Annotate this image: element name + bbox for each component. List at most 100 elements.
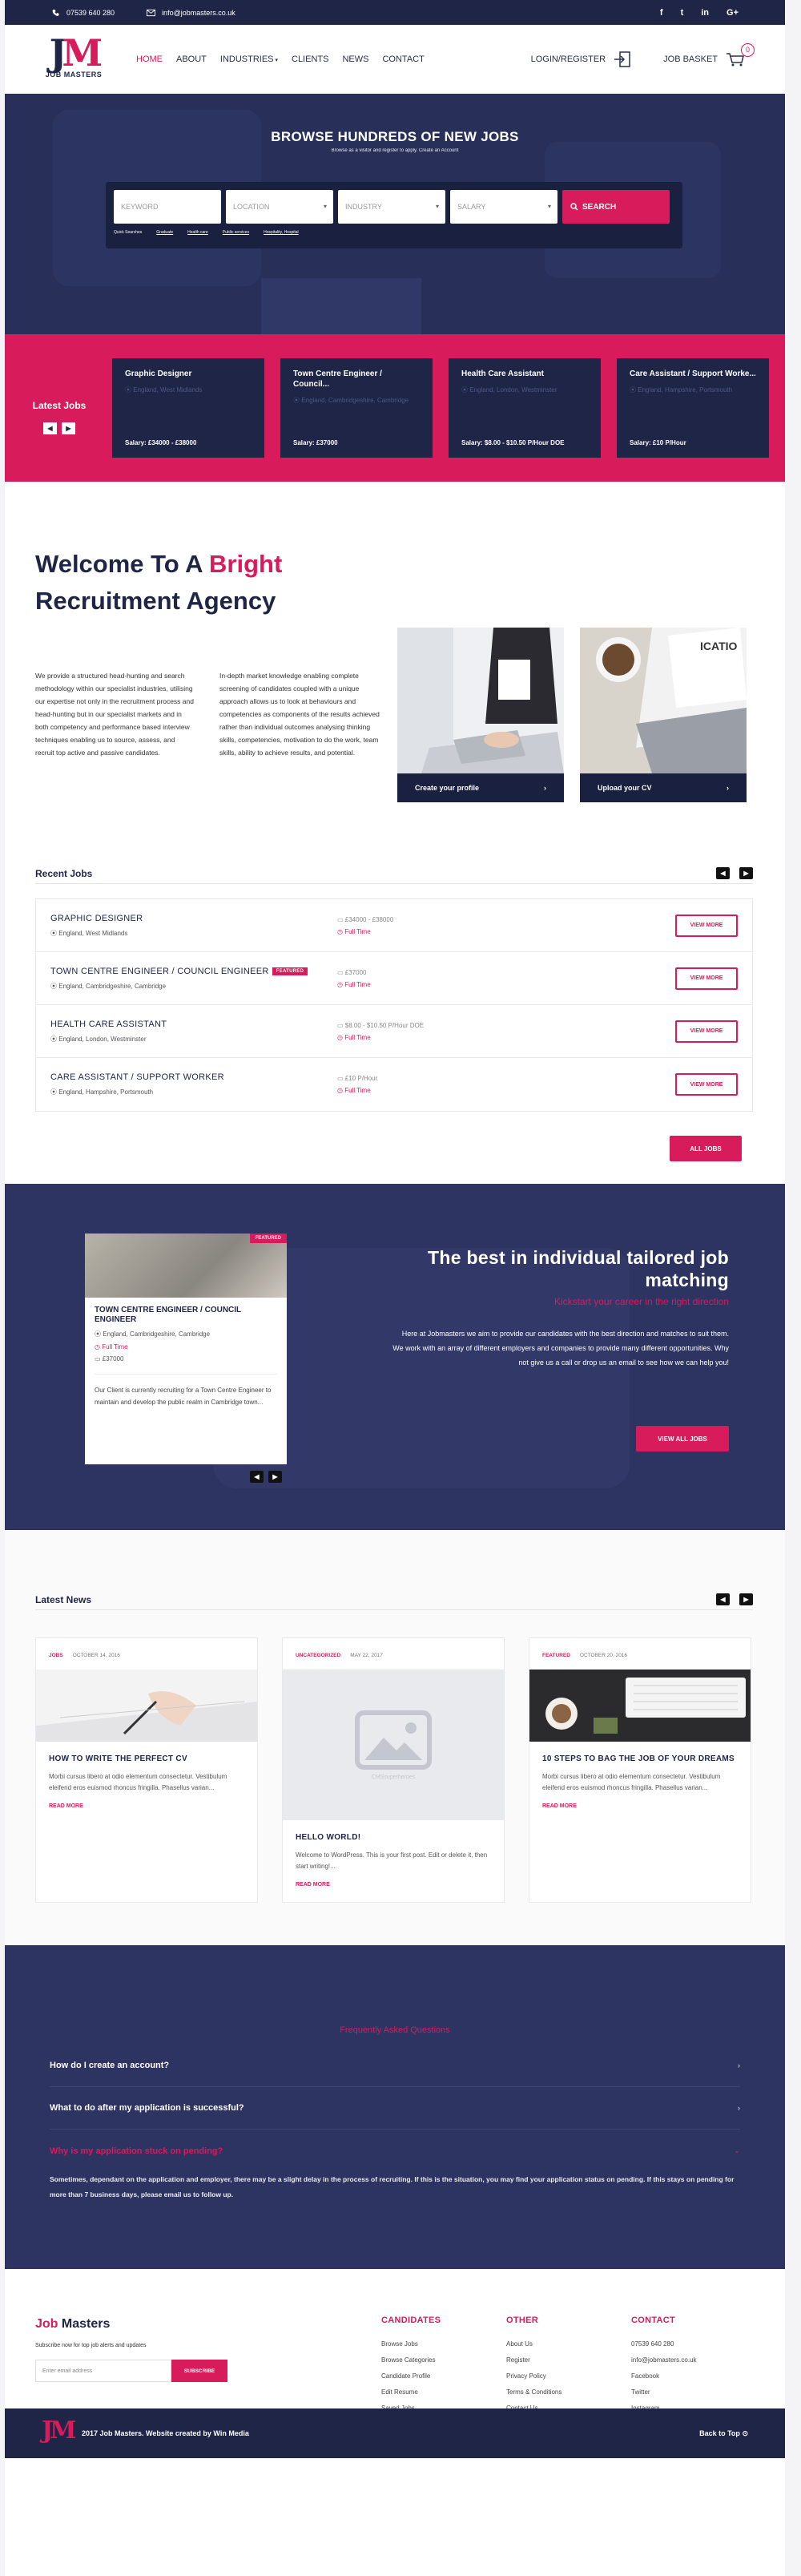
news-card[interactable]: FEATURED OCTOBER 20, 2016 10 STEPS TO BAG… [529, 1637, 751, 1903]
prev-arrow-icon[interactable]: ◀ [43, 422, 57, 434]
next-arrow-icon[interactable]: ▶ [739, 1593, 753, 1605]
footer-link[interactable]: Candidate Profile [381, 2368, 506, 2384]
salary-select-label: SALARY [457, 203, 486, 211]
google-plus-icon[interactable]: G+ [727, 8, 739, 18]
job-basket-link[interactable]: JOB BASKET [663, 55, 718, 64]
featured-job-card[interactable]: FEATURED TOWN CENTRE ENGINEER / COUNCIL … [85, 1233, 287, 1464]
view-more-button[interactable]: VIEW MORE [675, 1073, 738, 1096]
prev-arrow-icon[interactable]: ◀ [716, 867, 730, 879]
quick-search-link[interactable]: Hospitality, Hospital [264, 230, 299, 235]
job-title[interactable]: HEALTH CARE ASSISTANT [50, 1019, 337, 1029]
next-arrow-icon[interactable]: ▶ [739, 867, 753, 879]
featured-job-title[interactable]: TOWN CENTRE ENGINEER / COUNCIL ENGINEER [95, 1306, 277, 1325]
footer-link[interactable]: About Us [506, 2336, 631, 2352]
view-more-button[interactable]: VIEW MORE [675, 1019, 738, 1043]
linkedin-icon[interactable]: in [701, 8, 709, 18]
upload-cv-card[interactable]: ICATIO Upload your CV › [580, 628, 747, 802]
clock-icon: ◷ [337, 980, 345, 988]
quick-search-link[interactable]: Graduate [156, 230, 173, 235]
latest-job-card[interactable]: Graphic Designer ⦿ England, West Midland… [112, 358, 264, 458]
read-more-link[interactable]: READ MORE [49, 1803, 244, 1809]
view-more-button[interactable]: VIEW MORE [675, 967, 738, 990]
job-title[interactable]: GRAPHIC DESIGNER [50, 914, 337, 923]
latest-job-card[interactable]: Health Care Assistant ⦿ England, London,… [449, 358, 601, 458]
job-row[interactable]: CARE ASSISTANT / SUPPORT WORKER ⦿ England… [36, 1058, 752, 1111]
login-icon[interactable] [614, 50, 631, 68]
facebook-icon[interactable]: f [660, 8, 663, 18]
footer-logo-mark[interactable]: JM [42, 2419, 76, 2448]
nav-contact[interactable]: CONTACT [382, 55, 424, 64]
welcome-text: We provide a structured head-hunting and… [35, 669, 380, 759]
salary-select[interactable]: SALARY ▾ [450, 190, 557, 224]
latest-job-card[interactable]: Town Centre Engineer / Council... ⦿ Engl… [280, 358, 433, 458]
logo[interactable]: JM JOB MASTERS [45, 34, 103, 83]
footer-link[interactable]: Twitter [631, 2384, 756, 2400]
job-title[interactable]: TOWN CENTRE ENGINEER / COUNCIL ENGINEER F… [50, 967, 337, 976]
footer-col-title: CANDIDATES [381, 2316, 441, 2325]
job-row[interactable]: GRAPHIC DESIGNER ⦿ England, West Midlands… [36, 899, 752, 952]
nav-about[interactable]: ABOUT [176, 55, 207, 64]
nav-news[interactable]: NEWS [342, 55, 368, 64]
job-row[interactable]: HEALTH CARE ASSISTANT ⦿ England, London, … [36, 1005, 752, 1058]
clock-icon: ◷ [337, 927, 345, 935]
featured-job-type: ◷ Full Time [95, 1343, 277, 1351]
nav-industries[interactable]: INDUSTRIES ▾ [220, 55, 278, 64]
footer-link[interactable]: Browse Jobs [381, 2336, 506, 2352]
quick-search-link[interactable]: Public services [223, 230, 249, 235]
create-profile-card[interactable]: Create your profile › [397, 628, 564, 802]
location-select[interactable]: LOCATION ▾ [226, 190, 333, 224]
twitter-icon[interactable]: t [681, 8, 684, 18]
nav-clients[interactable]: CLIENTS [292, 55, 328, 64]
latest-job-card[interactable]: Care Assistant / Support Worke... ⦿ Engl… [617, 358, 769, 458]
job-title[interactable]: CARE ASSISTANT / SUPPORT WORKER [50, 1072, 337, 1082]
news-card[interactable]: JOBS OCTOBER 14, 2016 HOW TO WRITE THE PE… [35, 1637, 258, 1903]
back-to-top-link[interactable]: Back to Top ⊙ [699, 2429, 748, 2438]
footer-link[interactable]: info@jobmasters.co.uk [631, 2352, 756, 2368]
industry-select[interactable]: INDUSTRY ▾ [338, 190, 445, 224]
read-more-link[interactable]: READ MORE [296, 1882, 491, 1888]
footer-link[interactable]: Browse Categories [381, 2352, 506, 2368]
footer-link[interactable]: Edit Resume [381, 2384, 506, 2400]
news-title[interactable]: HOW TO WRITE THE PERFECT CV [49, 1754, 244, 1763]
news-title[interactable]: 10 STEPS TO BAG THE JOB OF YOUR DREAMS [542, 1754, 738, 1763]
footer-col-contact: CONTACT 07539 640 280 info@jobmasters.co… [631, 2316, 756, 2417]
news-card[interactable]: UNCATEGORIZED MAY 22, 2017 CMSsuperheroes… [282, 1637, 505, 1903]
next-arrow-icon[interactable]: ▶ [268, 1471, 282, 1483]
login-register-link[interactable]: LOGIN/REGISTER [531, 55, 606, 64]
footer-link[interactable]: Register [506, 2352, 631, 2368]
next-arrow-icon[interactable]: ▶ [62, 422, 75, 434]
arrow-up-icon: ⊙ [742, 2429, 748, 2437]
footer-link[interactable]: Privacy Policy [506, 2368, 631, 2384]
faq-question[interactable]: How do I create an account? › [50, 2045, 740, 2087]
footer-link[interactable]: 07539 640 280 [631, 2336, 756, 2352]
search-button[interactable]: SEARCH [562, 190, 670, 224]
keyword-input[interactable]: KEYWORD [114, 190, 221, 224]
faq-question-text: What to do after my application is succe… [50, 2103, 244, 2113]
faq-question[interactable]: What to do after my application is succe… [50, 2087, 740, 2130]
topbar-phone[interactable]: 07539 640 280 [51, 9, 115, 17]
subscribe-email-input[interactable]: Enter email address [35, 2360, 171, 2382]
prev-arrow-icon[interactable]: ◀ [250, 1471, 264, 1483]
job-row[interactable]: TOWN CENTRE ENGINEER / COUNCIL ENGINEER F… [36, 952, 752, 1005]
footer-link[interactable]: Facebook [631, 2368, 756, 2384]
view-more-button[interactable]: VIEW MORE [675, 914, 738, 937]
news-category[interactable]: FEATURED [542, 1653, 570, 1658]
topbar-email[interactable]: info@jobmasters.co.uk [147, 9, 235, 17]
faq-question-text: Why is my application stuck on pending? [50, 2146, 223, 2156]
money-icon: ▭ [337, 915, 345, 923]
faq-question-open[interactable]: Why is my application stuck on pending? ⌄ [50, 2130, 740, 2172]
news-category[interactable]: UNCATEGORIZED [296, 1653, 340, 1658]
quick-search-link[interactable]: Health care [187, 230, 208, 235]
basket-button[interactable]: 0 [726, 42, 755, 67]
news-title[interactable]: HELLO WORLD! [296, 1833, 491, 1842]
featured-badge: FEATURED [249, 1233, 287, 1243]
prev-arrow-icon[interactable]: ◀ [716, 1593, 730, 1605]
subscribe-button[interactable]: SUBSCRIBE [171, 2360, 227, 2382]
job-location-text: England, London, Westminster [58, 1035, 147, 1043]
view-all-jobs-button[interactable]: VIEW ALL JOBS [636, 1426, 729, 1452]
read-more-link[interactable]: READ MORE [542, 1803, 738, 1809]
all-jobs-button[interactable]: ALL JOBS [670, 1136, 742, 1161]
footer-link[interactable]: Terms & Conditions [506, 2384, 631, 2400]
nav-home[interactable]: HOME [136, 55, 163, 64]
news-category[interactable]: JOBS [49, 1653, 63, 1658]
